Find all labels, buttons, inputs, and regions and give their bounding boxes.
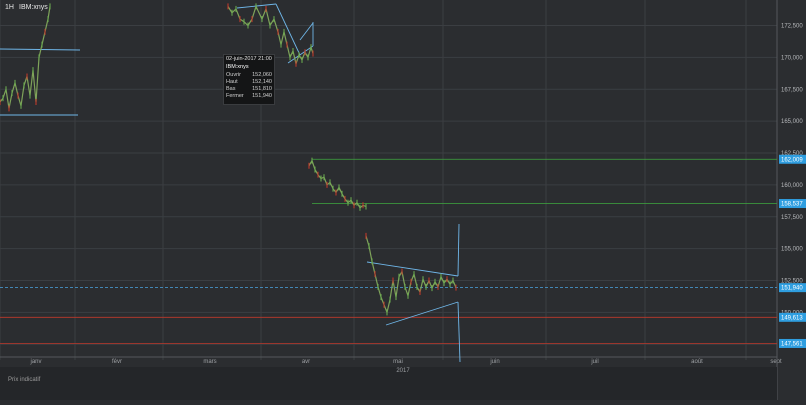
tooltip-low-label: Bas <box>226 86 236 93</box>
indicative-price-label: Prix indicatif <box>8 377 41 383</box>
symbol-label[interactable]: IBM:xnys <box>19 4 48 11</box>
y-tick-label: 165,000 <box>781 119 803 125</box>
y-tick-label: 157,500 <box>781 215 803 221</box>
price-tag-label: 147,561 <box>781 341 803 347</box>
year-label: 2017 <box>396 368 410 374</box>
ohlc-tooltip: 02-juin-2017 21:00 IBM:xnys Ouvrir 152,0… <box>223 54 275 105</box>
tooltip-row-low: Bas 151,810 <box>226 86 272 93</box>
x-tick-label: févr <box>112 359 122 365</box>
x-tick-label: mai <box>393 359 403 365</box>
price-tag-label: 151,940 <box>781 286 803 292</box>
price-tag-label: 162,009 <box>781 157 803 163</box>
tooltip-row-close: Fermer 151,940 <box>226 93 272 100</box>
price-chart[interactable]: janvfévrmarsavrmaijuinjuilaoûtsept147,50… <box>0 0 806 400</box>
tooltip-high-label: Haut <box>226 78 238 85</box>
x-tick-label: mars <box>203 359 216 365</box>
tooltip-row-open: Ouvrir 152,060 <box>226 72 272 79</box>
price-tag-label: 158,537 <box>781 202 803 208</box>
price-tag-label: 149,613 <box>781 315 803 321</box>
chart-background <box>0 0 806 400</box>
tooltip-close-value: 151,940 <box>252 93 272 100</box>
chart-area[interactable]: janvfévrmarsavrmaijuinjuilaoûtsept147,50… <box>0 0 806 400</box>
x-tick-label: juil <box>590 359 598 365</box>
year-bar <box>0 367 777 400</box>
x-tick-label: avr <box>302 359 310 365</box>
y-tick-label: 155,000 <box>781 247 803 253</box>
x-tick-label: janv <box>29 359 41 365</box>
tooltip-high-value: 152,140 <box>252 78 272 85</box>
y-tick-label: 170,000 <box>781 55 803 61</box>
y-tick-label: 160,000 <box>781 183 803 189</box>
y-tick-label: 172,500 <box>781 24 803 30</box>
x-tick-label: août <box>691 359 703 365</box>
tooltip-open-label: Ouvrir <box>226 71 241 78</box>
tooltip-open-value: 152,060 <box>252 71 272 78</box>
tooltip-date: 02-juin-2017 21:00 <box>226 56 272 62</box>
tooltip-close-label: Fermer <box>226 93 244 100</box>
tooltip-low-value: 151,810 <box>252 86 272 93</box>
tooltip-row-high: Haut 152,140 <box>226 79 272 86</box>
timeframe-label[interactable]: 1H <box>5 4 14 11</box>
tooltip-symbol: IBM:xnys <box>226 64 249 71</box>
x-tick-label: sept <box>770 359 782 365</box>
x-tick-label: juin <box>489 359 499 365</box>
y-tick-label: 167,500 <box>781 87 803 93</box>
